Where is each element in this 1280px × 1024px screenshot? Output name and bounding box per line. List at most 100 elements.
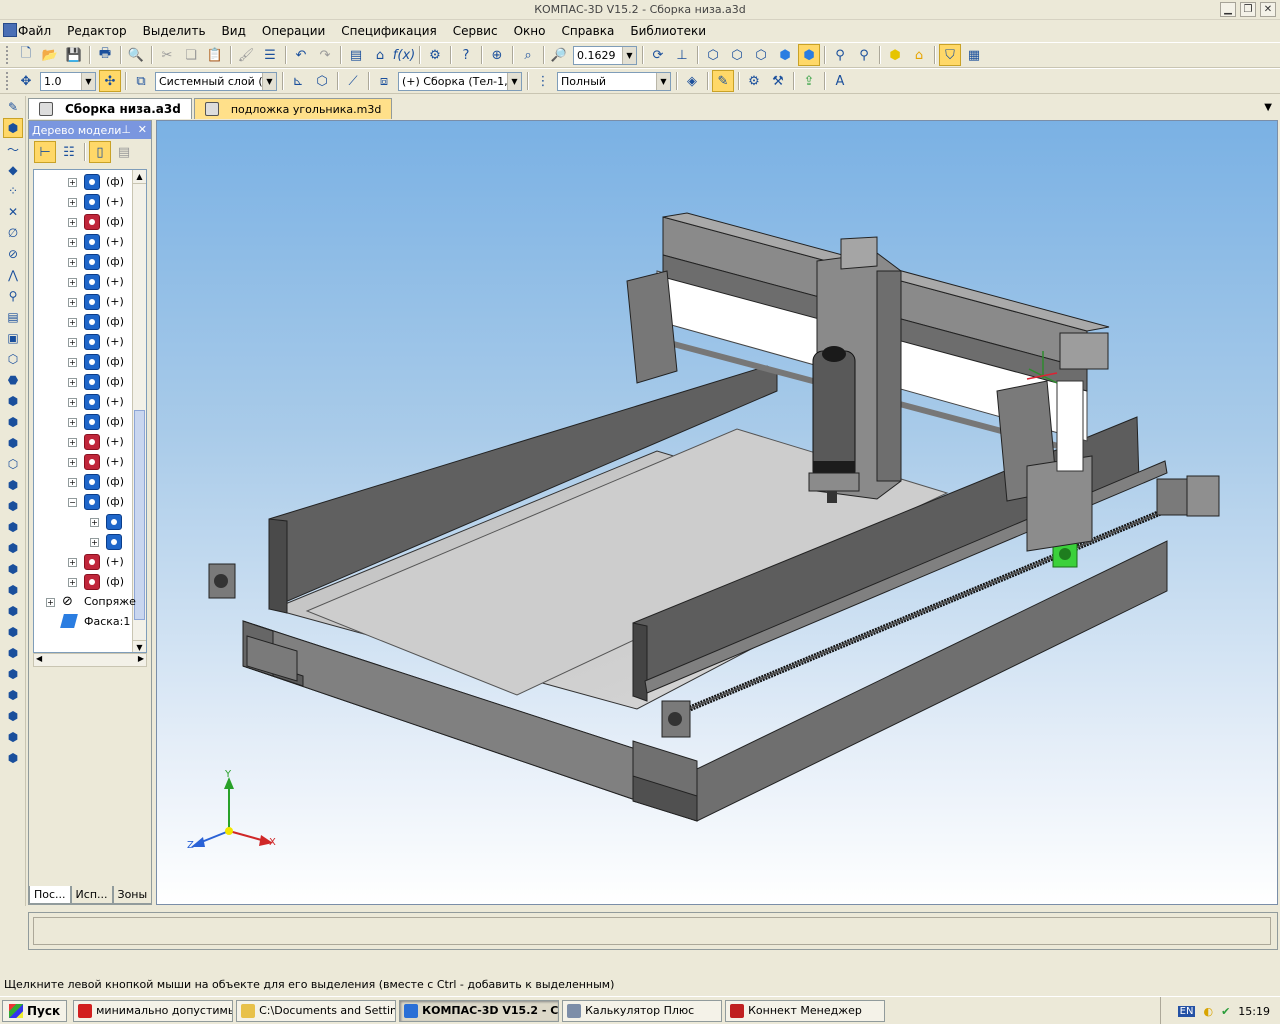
menu-item-5[interactable]: Спецификация: [333, 24, 444, 38]
redo-icon[interactable]: ↷: [314, 44, 336, 66]
panel-hole-icon[interactable]: ∅: [3, 223, 23, 243]
panel-point-icon[interactable]: ◆: [3, 160, 23, 180]
panel-table-icon[interactable]: ▣: [3, 328, 23, 348]
chevron-down-icon[interactable]: ▼: [507, 72, 521, 90]
paste-icon[interactable]: 📋: [204, 44, 226, 66]
help-pointer-icon[interactable]: ?: [455, 44, 477, 66]
tree-node[interactable]: + (+): [34, 392, 134, 412]
taskbar-task-1[interactable]: C:\Documents and Settin...: [236, 999, 397, 1022]
tree-node[interactable]: + (+): [34, 432, 134, 452]
expand-icon[interactable]: +: [68, 378, 77, 387]
panel-operation-icon[interactable]: ⬢: [3, 118, 23, 138]
open-folder-icon[interactable]: 📂: [39, 44, 61, 66]
scale-combo[interactable]: 1.0 ▼: [40, 71, 96, 91]
panel-g-icon[interactable]: ⬢: [3, 517, 23, 537]
panel-sketch-icon[interactable]: ✎: [3, 97, 23, 117]
menu-item-7[interactable]: Окно: [506, 24, 554, 38]
expand-icon[interactable]: +: [68, 338, 77, 347]
shaded-icon[interactable]: ⬢: [774, 44, 796, 66]
library-icon[interactable]: ⌂: [369, 44, 391, 66]
menu-item-8[interactable]: Справка: [553, 24, 622, 38]
filter-icon[interactable]: ⚲: [829, 44, 851, 66]
menu-item-3[interactable]: Вид: [214, 24, 254, 38]
tree-node[interactable]: + (ф): [34, 172, 134, 192]
language-indicator[interactable]: EN: [1177, 1005, 1196, 1017]
scroll-thumb[interactable]: [134, 410, 145, 620]
3d-viewport[interactable]: Y X Z: [156, 120, 1278, 905]
layer-combo[interactable]: Системный слой (0) ▼: [155, 71, 277, 91]
print-icon[interactable]: 🖶: [94, 44, 116, 66]
body-icon[interactable]: ⧈: [373, 70, 395, 92]
step-icon[interactable]: ✥: [15, 70, 37, 92]
menu-item-6[interactable]: Сервис: [445, 24, 506, 38]
tree-node[interactable]: + (+): [34, 192, 134, 212]
tree-node[interactable]: − (ф): [34, 492, 134, 512]
expand-icon[interactable]: +: [68, 398, 77, 407]
cnc-router-model[interactable]: [157, 121, 1278, 905]
expand-icon[interactable]: +: [68, 298, 77, 307]
panel-spec-icon[interactable]: ▤: [3, 307, 23, 327]
pin-icon[interactable]: ⊥: [121, 123, 131, 136]
tree-node[interactable]: + (ф): [34, 352, 134, 372]
network-icon[interactable]: ◐: [1203, 1005, 1213, 1018]
view-mode-combo[interactable]: Полный ▼: [557, 71, 671, 91]
tree-node[interactable]: + (+): [34, 452, 134, 472]
zoom-fit-icon[interactable]: ⌕: [517, 44, 539, 66]
zoom-window-icon[interactable]: ⊕: [486, 44, 508, 66]
chevron-down-icon[interactable]: ▼: [656, 72, 670, 90]
house-icon[interactable]: ⌂: [908, 44, 930, 66]
tree-node[interactable]: + (ф): [34, 252, 134, 272]
model-tree-list[interactable]: ▲ ▼ + (ф) + (+) + (ф) + (+) + (ф) + (+) + (+) + (ф) + (+)…: [33, 169, 147, 653]
tree-node[interactable]: + (ф): [34, 372, 134, 392]
panel-curve-icon[interactable]: ⋀: [3, 265, 23, 285]
expand-icon[interactable]: +: [68, 358, 77, 367]
tree-node[interactable]: + (+): [34, 272, 134, 292]
chevron-down-icon[interactable]: ▼: [81, 72, 95, 90]
doc-view-icon[interactable]: ▯: [89, 141, 111, 163]
panel-a-icon[interactable]: ⬢: [3, 391, 23, 411]
scroll-up-icon[interactable]: ▲: [133, 170, 146, 184]
wireframe-icon[interactable]: ⬡: [702, 44, 724, 66]
doc-view2-icon[interactable]: ▤: [113, 141, 135, 163]
panel-p-icon[interactable]: ⬢: [3, 706, 23, 726]
panel-q-icon[interactable]: ⬢: [3, 727, 23, 747]
report-icon[interactable]: ▦: [963, 44, 985, 66]
orientation-icon[interactable]: ⊥: [671, 44, 693, 66]
tree-tab-1[interactable]: Исп...: [70, 886, 113, 904]
panel-o-icon[interactable]: ⬢: [3, 685, 23, 705]
properties-icon[interactable]: ☰: [259, 44, 281, 66]
bearing-block-front[interactable]: [661, 700, 691, 738]
expand-icon[interactable]: +: [68, 238, 77, 247]
expand-icon[interactable]: +: [68, 318, 77, 327]
panel-f-icon[interactable]: ⬢: [3, 496, 23, 516]
chevron-down-icon[interactable]: ▼: [262, 72, 276, 90]
panel-l-icon[interactable]: ⬢: [3, 622, 23, 642]
restore-button[interactable]: ❐: [1240, 2, 1256, 17]
menu-item-4[interactable]: Операции: [254, 24, 333, 38]
tree-tab-0[interactable]: Пос...: [29, 886, 71, 904]
tree-node[interactable]: + (+): [34, 292, 134, 312]
motor-rear[interactable]: [1156, 475, 1220, 517]
body-combo[interactable]: (+) Сборка (Тел-1, ▼: [398, 71, 522, 91]
panel-e-icon[interactable]: ⬢: [3, 475, 23, 495]
doc-tab-1[interactable]: подложка угольника.m3d: [193, 98, 393, 119]
tree-tab-2[interactable]: Зоны: [112, 886, 153, 904]
taskbar-task-2[interactable]: КОМПАС-3D V15.2 - С...: [399, 999, 560, 1022]
menu-item-0[interactable]: Файл: [10, 24, 59, 38]
variables-icon[interactable]: f(x): [393, 44, 415, 66]
panel-i-icon[interactable]: ⬢: [3, 559, 23, 579]
export-icon[interactable]: ⇪: [798, 70, 820, 92]
panel-c-icon[interactable]: ⬢: [3, 433, 23, 453]
panel-m-icon[interactable]: ⬢: [3, 643, 23, 663]
hidden-lines-icon[interactable]: ⬡: [726, 44, 748, 66]
cut-icon[interactable]: ✂: [156, 44, 178, 66]
expand-icon[interactable]: +: [68, 258, 77, 267]
expand-icon[interactable]: +: [90, 518, 99, 527]
panel-chamfer-icon[interactable]: ✕: [3, 202, 23, 222]
manager-icon[interactable]: ▤: [345, 44, 367, 66]
measure-icon[interactable]: ⟋: [342, 70, 364, 92]
taskbar-task-0[interactable]: минимально допустимы...: [73, 999, 234, 1022]
shaded-edges-icon[interactable]: ⬢: [798, 44, 820, 66]
calc-icon[interactable]: ⚙: [424, 44, 446, 66]
tree-node[interactable]: + (+): [34, 552, 134, 572]
